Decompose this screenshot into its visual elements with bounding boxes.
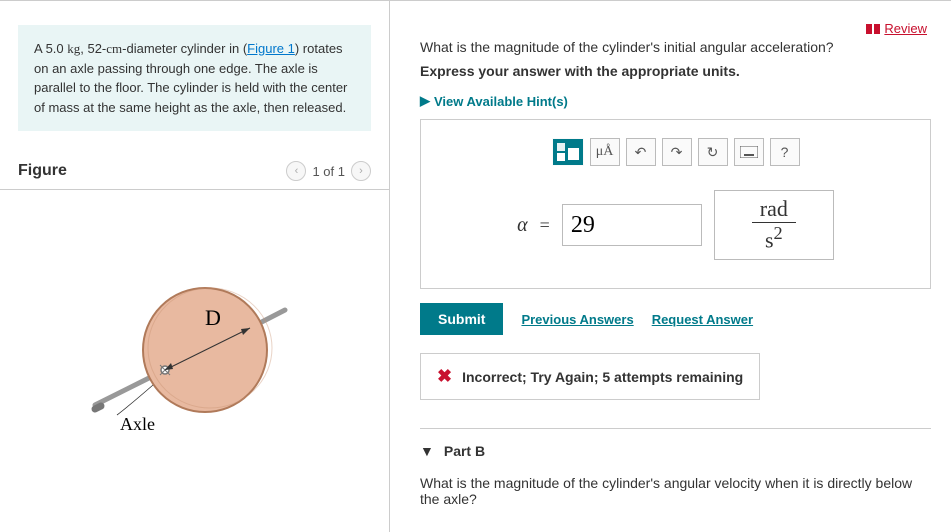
review-link[interactable]: Review (866, 21, 927, 36)
hints-text: View Available Hint(s) (434, 94, 568, 109)
part-a-question: What is the magnitude of the cylinder's … (420, 39, 931, 55)
figure-title: Figure (18, 162, 67, 180)
units-tool[interactable]: μÅ (590, 138, 620, 166)
cylinder-diagram: D Axle (75, 230, 315, 450)
figure-header: Figure ‹ 1 of 1 › (0, 161, 389, 190)
template-icon (553, 139, 583, 165)
length-unit: cm (106, 41, 122, 56)
input-row: α = rad s2 (421, 190, 930, 260)
problem-text-1: A 5.0 (34, 41, 67, 56)
unit-numerator: rad (752, 196, 796, 223)
answer-actions: Submit Previous Answers Request Answer (420, 303, 931, 335)
left-column: A 5.0 kg, 52-cm-diameter cylinder in (Fi… (0, 1, 390, 532)
units-fraction: rad s2 (752, 196, 796, 253)
unit-exp: 2 (774, 223, 783, 243)
previous-answers-link[interactable]: Previous Answers (521, 312, 633, 327)
unit-denominator: s2 (752, 223, 796, 253)
mass-unit: kg (67, 41, 80, 56)
right-column: Review What is the magnitude of the cyli… (390, 1, 951, 532)
undo-tool[interactable]: ↶ (626, 138, 656, 166)
equals-symbol: = (540, 215, 550, 236)
triangle-down-icon: ▼ (420, 443, 434, 459)
reset-tool[interactable]: ↻ (698, 138, 728, 166)
figure-link[interactable]: Figure 1 (247, 41, 295, 56)
redo-tool[interactable]: ↷ (662, 138, 692, 166)
answer-toolbar: μÅ ↶ ↷ ↻ ? (421, 138, 930, 166)
feedback-text: Incorrect; Try Again; 5 attempts remaini… (462, 369, 743, 385)
incorrect-icon: ✖ (437, 366, 452, 387)
feedback-box: ✖ Incorrect; Try Again; 5 attempts remai… (420, 353, 760, 400)
keyboard-icon (740, 146, 758, 158)
alpha-symbol: α (517, 214, 528, 237)
units-box[interactable]: rad s2 (714, 190, 834, 260)
book-icon (866, 23, 880, 35)
view-hints-link[interactable]: ▶ View Available Hint(s) (420, 93, 931, 109)
value-input[interactable] (562, 204, 702, 246)
help-tool[interactable]: ? (770, 138, 800, 166)
part-b-title: Part B (444, 443, 485, 459)
problem-text-3: -diameter cylinder in ( (122, 41, 247, 56)
axle-label: Axle (120, 414, 155, 434)
next-figure-button[interactable]: › (351, 161, 371, 181)
figure-body: D Axle (0, 190, 389, 450)
review-text: Review (884, 21, 927, 36)
d-label: D (205, 305, 221, 330)
part-b-question: What is the magnitude of the cylinder's … (420, 475, 931, 507)
problem-text-2: , 52- (80, 41, 106, 56)
triangle-right-icon: ▶ (420, 93, 430, 109)
problem-statement: A 5.0 kg, 52-cm-diameter cylinder in (Fi… (18, 25, 371, 131)
part-a-instruction: Express your answer with the appropriate… (420, 63, 931, 79)
unit-base: s (765, 228, 774, 253)
answer-area: μÅ ↶ ↷ ↻ ? α = rad s2 (420, 119, 931, 289)
part-b-header[interactable]: ▼ Part B (420, 428, 931, 459)
keyboard-tool[interactable] (734, 138, 764, 166)
figure-pager: ‹ 1 of 1 › (286, 161, 371, 181)
request-answer-link[interactable]: Request Answer (652, 312, 753, 327)
figure-count: 1 of 1 (312, 164, 345, 179)
templates-tool[interactable] (552, 138, 584, 166)
prev-figure-button[interactable]: ‹ (286, 161, 306, 181)
submit-button[interactable]: Submit (420, 303, 503, 335)
